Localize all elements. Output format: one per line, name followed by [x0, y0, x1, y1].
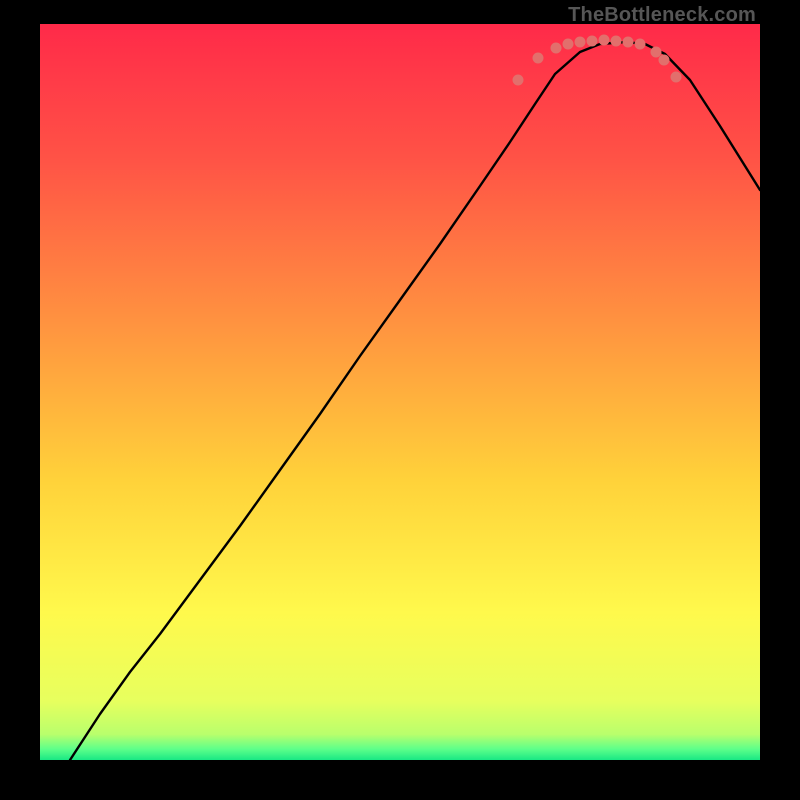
optimal-marker	[533, 53, 544, 64]
optimal-marker	[587, 36, 598, 47]
optimal-marker	[659, 55, 670, 66]
optimal-marker	[575, 37, 586, 48]
optimal-marker	[599, 35, 610, 46]
optimal-marker	[563, 39, 574, 50]
chart-frame	[40, 24, 760, 760]
optimal-marker	[671, 72, 682, 83]
optimal-marker	[635, 39, 646, 50]
bottleneck-chart	[40, 24, 760, 760]
optimal-marker	[611, 36, 622, 47]
optimal-marker	[651, 47, 662, 58]
optimal-marker	[551, 43, 562, 54]
optimal-marker	[513, 75, 524, 86]
optimal-marker	[623, 37, 634, 48]
